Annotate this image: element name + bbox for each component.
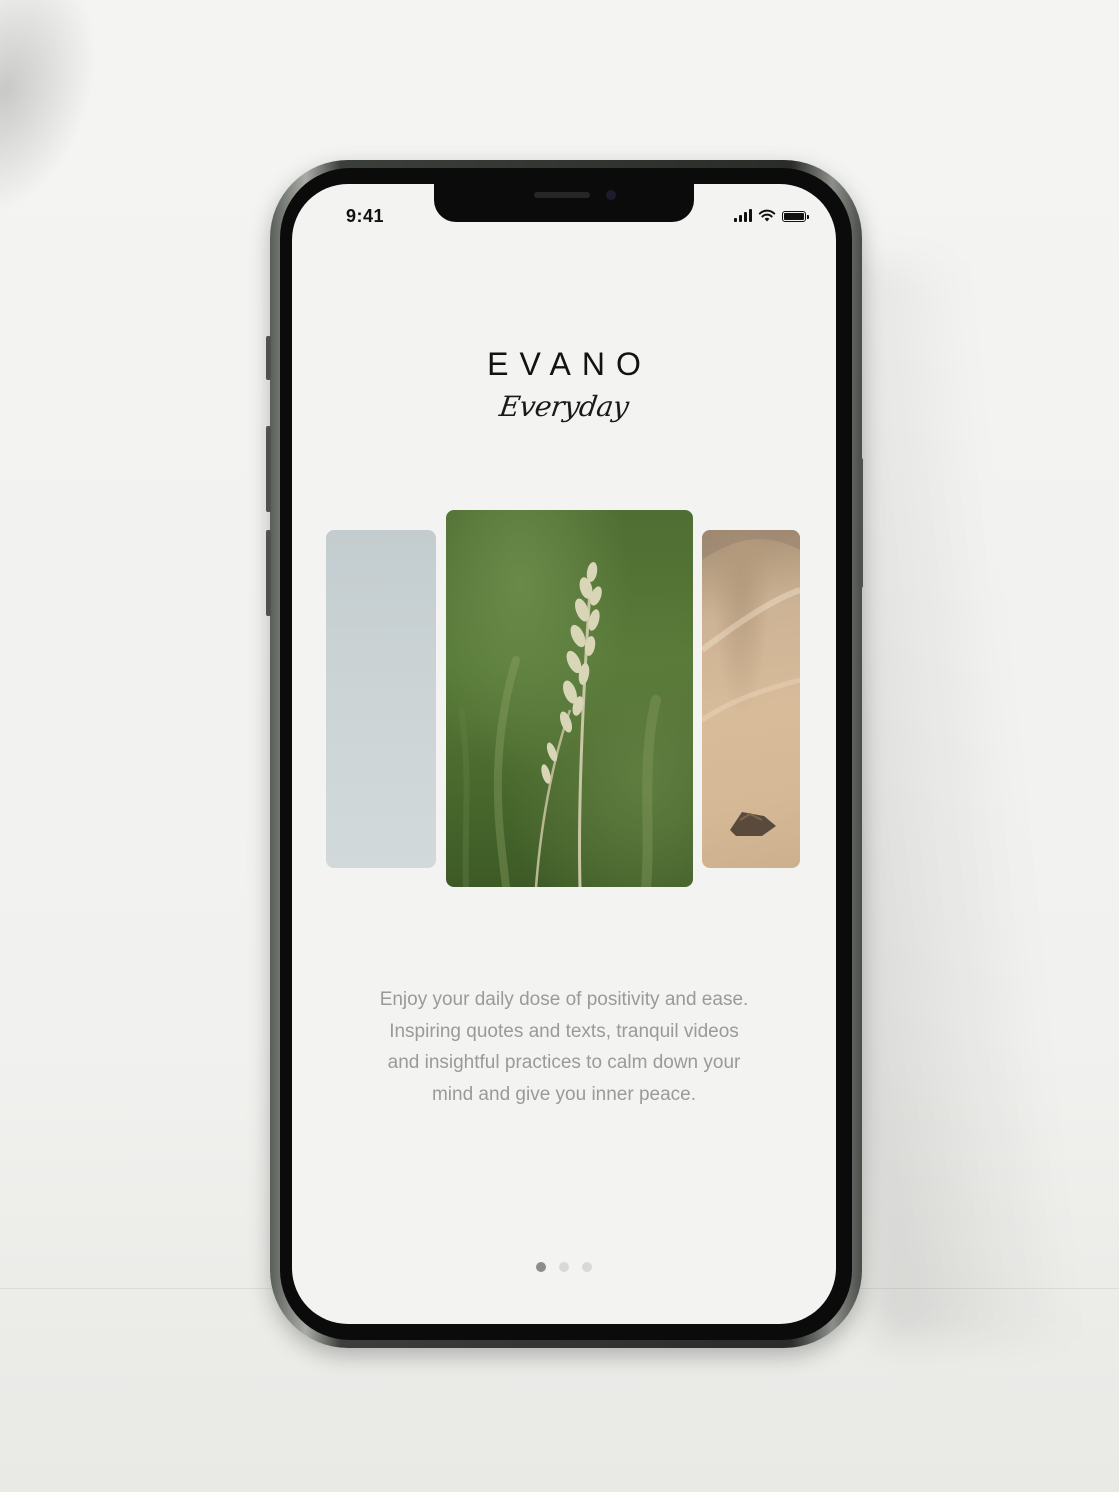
earpiece-speaker [534, 192, 590, 198]
grass-stalk-image [458, 562, 661, 887]
page-dot-2[interactable] [559, 1262, 569, 1272]
phone-screen: 9:41 EVANO Everyday Enjoy your daily dos… [292, 184, 836, 1324]
app-tagline: Everyday [497, 390, 631, 423]
pagination-dots[interactable] [292, 1262, 836, 1272]
onboarding-description: Enjoy your daily dose of positivity and … [379, 989, 749, 1105]
app-logo: EVANO [487, 346, 652, 382]
sand-and-stone-image [702, 530, 800, 836]
notch [434, 184, 694, 222]
battery-icon [782, 211, 809, 222]
power-button [858, 458, 863, 588]
status-time: 9:41 [346, 206, 385, 226]
carousel-card-previous[interactable] [326, 530, 436, 868]
front-camera [606, 190, 616, 200]
background-shadow [0, 0, 130, 242]
status-icons [734, 208, 809, 222]
page-dot-3[interactable] [582, 1262, 592, 1272]
carousel-card-current[interactable] [446, 510, 693, 887]
page-dot-1[interactable] [536, 1262, 546, 1272]
volume-down-button [266, 530, 271, 616]
wifi-icon [758, 209, 776, 222]
signal-icon [734, 209, 752, 222]
mute-switch [266, 336, 271, 380]
volume-up-button [266, 426, 271, 512]
carousel-card-next[interactable] [702, 530, 800, 868]
